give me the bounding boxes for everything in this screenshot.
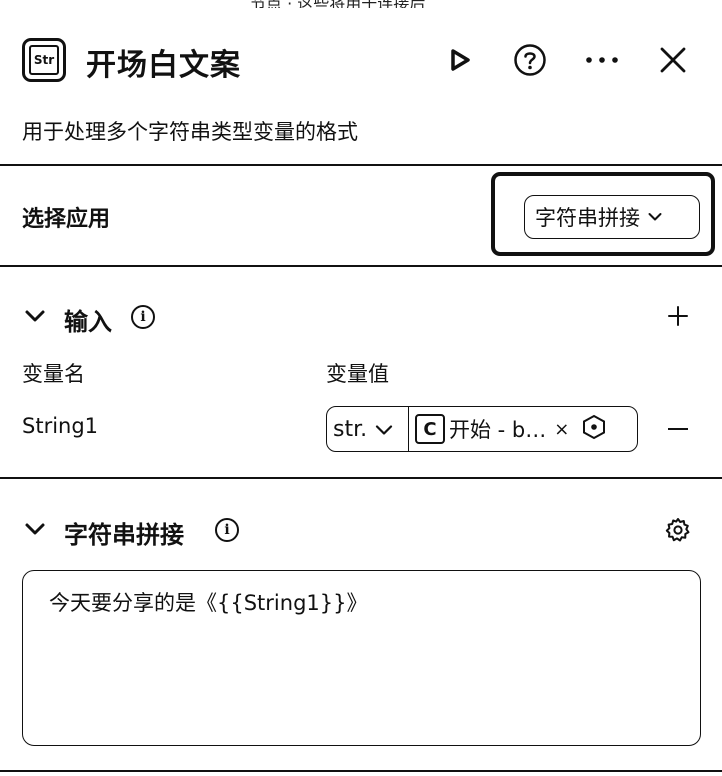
close-button[interactable] bbox=[655, 42, 691, 78]
gear-icon bbox=[665, 518, 690, 542]
help-icon bbox=[514, 44, 546, 76]
column-header-name: 变量名 bbox=[22, 362, 85, 386]
app-select-value: 字符串拼接 bbox=[535, 206, 640, 230]
start-node-icon-label: C bbox=[423, 418, 437, 440]
type-select[interactable]: str. bbox=[327, 407, 409, 451]
start-node-icon: C bbox=[415, 414, 445, 444]
template-text: 今天要分享的是《{{String1}}》 bbox=[49, 591, 368, 615]
settings-button[interactable] bbox=[665, 517, 691, 547]
string-node-icon: Str bbox=[22, 38, 66, 82]
play-icon bbox=[451, 49, 470, 71]
info-icon[interactable]: i bbox=[215, 518, 239, 542]
divider bbox=[0, 164, 722, 166]
info-icon[interactable]: i bbox=[131, 305, 155, 329]
help-button[interactable] bbox=[512, 42, 548, 78]
remove-row-button[interactable] bbox=[668, 428, 688, 430]
more-button[interactable] bbox=[584, 42, 620, 78]
variable-value-field[interactable]: str. C 开始 - b… × bbox=[326, 406, 638, 452]
more-icon bbox=[586, 57, 618, 63]
divider bbox=[0, 477, 722, 479]
clear-reference-icon[interactable]: × bbox=[554, 419, 569, 440]
collapse-input-button[interactable] bbox=[24, 308, 46, 324]
reference-text: 开始 - b… bbox=[449, 418, 547, 442]
column-header-value: 变量值 bbox=[326, 362, 389, 386]
variable-picker-icon[interactable] bbox=[581, 414, 607, 445]
app-select-dropdown[interactable]: 字符串拼接 bbox=[524, 195, 700, 239]
template-textarea[interactable]: 今天要分享的是《{{String1}}》 bbox=[22, 570, 701, 746]
collapse-concat-button[interactable] bbox=[24, 521, 46, 537]
node-title[interactable]: 开场白文案 bbox=[86, 40, 241, 84]
input-section-title: 输入 bbox=[64, 308, 112, 336]
top-clipped-text: 节点 · 这些将用于连接后 bbox=[0, 0, 722, 8]
concat-section-title: 字符串拼接 bbox=[64, 521, 184, 549]
run-button[interactable] bbox=[442, 42, 478, 78]
variable-name[interactable]: String1 bbox=[22, 414, 98, 438]
close-icon bbox=[660, 47, 686, 73]
node-description: 用于处理多个字符串类型变量的格式 bbox=[22, 120, 358, 144]
add-input-button[interactable] bbox=[666, 304, 690, 332]
chevron-down-icon bbox=[25, 523, 45, 535]
chevron-down-icon bbox=[648, 212, 662, 222]
chevron-down-icon bbox=[25, 310, 45, 322]
top-partial-text: 节点 · 这些将用于连接后 bbox=[250, 0, 425, 8]
select-app-label: 选择应用 bbox=[22, 207, 111, 232]
divider bbox=[0, 265, 722, 267]
type-select-value: str. bbox=[333, 416, 368, 442]
divider bbox=[0, 770, 722, 772]
chevron-down-icon bbox=[375, 417, 393, 442]
plus-icon bbox=[668, 306, 688, 326]
reference-tag[interactable]: C 开始 - b… × bbox=[409, 414, 637, 445]
node-icon-label: Str bbox=[29, 45, 59, 75]
